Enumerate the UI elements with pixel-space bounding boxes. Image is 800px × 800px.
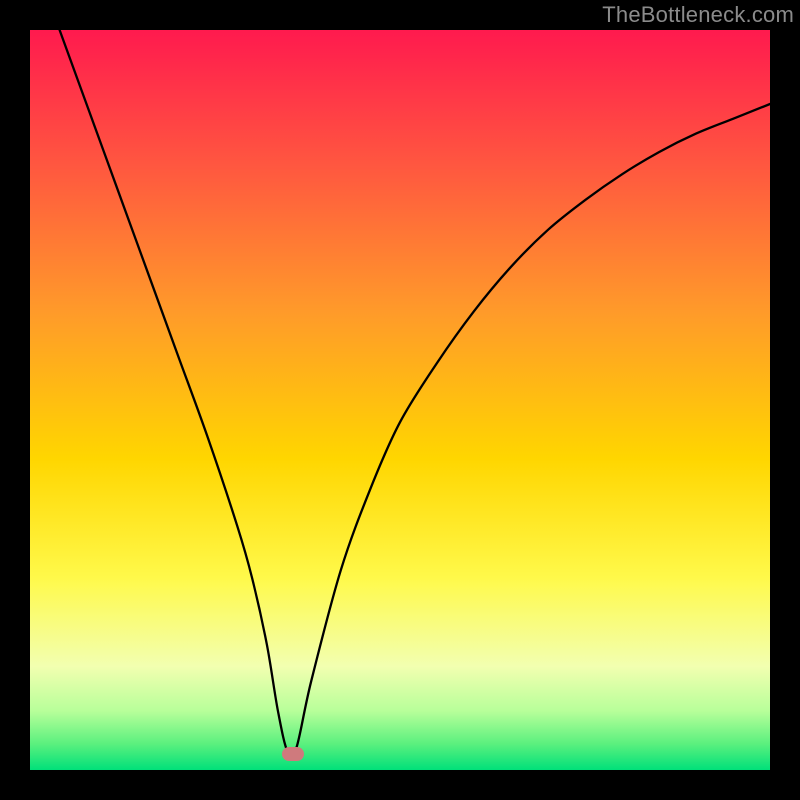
- chart-frame: TheBottleneck.com: [0, 0, 800, 800]
- watermark-text: TheBottleneck.com: [602, 2, 794, 28]
- optimal-point-marker: [282, 747, 304, 761]
- bottleneck-curve: [30, 30, 770, 770]
- plot-area: [30, 30, 770, 770]
